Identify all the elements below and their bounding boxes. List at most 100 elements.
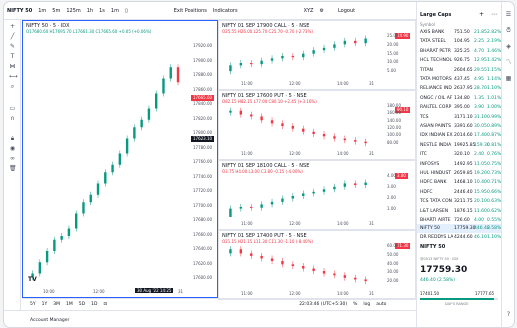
watchlist-row[interactable]: HDFC BANK 1468.10 10.40 0.71% (417, 178, 501, 187)
percent-toggle[interactable]: % (353, 302, 357, 307)
watchlist-row[interactable]: L&T LARSEN 1876.15 11.60 0.62% (417, 207, 501, 216)
alerts-icon[interactable]: ⏰︎ (505, 28, 512, 34)
option-chart-plot[interactable] (223, 105, 379, 147)
watchlist-row[interactable]: IDX INDIAN EX 2014.60 17.40 0.87% (417, 131, 501, 140)
watchlist-change: 3.90 (474, 105, 485, 111)
option-x-tick: 14:00 (337, 291, 349, 296)
watchlist-row[interactable]: HDFC 2446.40 15.95 0.66% (417, 188, 501, 197)
watchlist-row[interactable]: NESTLE INDIA 19925.85 159.30 0.81% (417, 141, 501, 150)
main-y-tick: 17700.00 (193, 202, 213, 208)
watchlist-row[interactable]: TCS TATA CON 3211.75 20.10 0.63% (417, 197, 501, 206)
main-chart-pane[interactable]: NIFTY 50 · 5 · IDX O17680.60 H17695.70 L… (22, 20, 218, 298)
watchlist-row[interactable]: RELIANCE IND 2637.95 28.70 1.10% (417, 84, 501, 93)
interval-1h[interactable]: 1h (87, 8, 93, 14)
text-icon[interactable]: T (9, 54, 16, 60)
watchlist-row[interactable]: HUL HINDUST 2659.85 19.20 0.73% (417, 169, 501, 178)
interval-1s[interactable]: 1s (99, 8, 105, 14)
watchlist-row[interactable]: BHARAT PETR 325.25 4.70 1.46% (417, 47, 501, 56)
range-3m[interactable]: 3M (53, 302, 60, 307)
exit-positions-button[interactable]: Exit Positions (174, 8, 207, 14)
option-x-tick: 12:00 (289, 151, 301, 156)
zoom-value[interactable]: 1m (111, 8, 119, 14)
option-chart-pane[interactable]: NIFTY 01 SEP 17600 PUT · 5 · NSE O82.15 … (218, 90, 416, 160)
pattern-icon[interactable]: ⋈ (9, 64, 16, 70)
magnet-icon[interactable]: ∩ (9, 116, 16, 122)
eye-icon[interactable]: ◉ (9, 146, 16, 152)
watchlist-row[interactable]: DR REDDYS LA 4244.60 46.10 1.10% (417, 233, 501, 242)
watchlist-icon[interactable]: ☰ (505, 12, 512, 18)
watchlist-row[interactable]: HCL TECHNOL 926.75 12.95 1.42% (417, 56, 501, 65)
watchlist-last: 320.10 (454, 152, 470, 158)
main-chart-plot[interactable] (27, 41, 187, 281)
tv-logo: TV (28, 276, 37, 283)
watchlist-row[interactable]: NIFTY 50 17759.30 446.40 2.58% (417, 224, 501, 233)
watchlist-row[interactable]: TATA MOTORS 437.45 4.95 1.14% (417, 75, 501, 84)
watchlist-row[interactable]: INFOSYS 1492.95 11.05 0.75% (417, 160, 501, 169)
candle (291, 126, 295, 129)
interval-5m[interactable]: 5m (52, 8, 60, 14)
goto-date-icon[interactable]: ⊡ (103, 302, 107, 307)
main-x-tick: 10:00 (43, 289, 55, 294)
watchlist-change-pct: 0.63% (487, 199, 502, 205)
main-y-tick: 17760.00 (193, 159, 213, 164)
range-5d[interactable]: 5D (79, 302, 85, 307)
exchange-select[interactable]: XYZ (304, 8, 314, 14)
watchlist-row[interactable]: TATA STEEL 104.95 2.25 2.19% (417, 37, 501, 46)
candle (343, 40, 347, 45)
settings-icon[interactable]: ⚙ (319, 8, 323, 14)
brush-icon[interactable]: ✎ (9, 44, 16, 50)
utc-time[interactable]: 22:03:46 (UTC+5:30) (299, 302, 347, 307)
option-chart-plot[interactable] (223, 35, 379, 77)
range-5y[interactable]: 5Y (30, 302, 36, 307)
watchlist-row[interactable]: AXIS BANK 751.50 21.85 2.82% (417, 28, 501, 37)
add-symbol-icon[interactable]: + (479, 11, 484, 18)
range-1d[interactable]: 1D (91, 302, 97, 307)
auto-toggle[interactable]: auto (376, 302, 386, 307)
watchlist-row[interactable]: RAILTEL CORP 395.00 3.90 1.00% (417, 103, 501, 112)
indicators-button[interactable]: Indicators (213, 8, 238, 14)
interval-1m[interactable]: 1m (38, 8, 46, 14)
trendline-icon[interactable]: ╱ (9, 34, 16, 40)
candle (281, 260, 284, 265)
crosshair-icon[interactable]: + (9, 24, 16, 30)
chart-icon[interactable]: 〽 (505, 60, 512, 66)
candle (312, 191, 315, 194)
option-chart-plot[interactable] (223, 175, 379, 217)
watchlist-change: 4.70 (474, 48, 485, 54)
lock-icon[interactable]: 🔒︎ (9, 136, 16, 142)
interval-125m[interactable]: 125m (66, 8, 80, 14)
option-chart-pane[interactable]: NIFTY 01 SEP 18100 CALL · 5 · NSE O3.75 … (218, 160, 416, 230)
trash-icon[interactable]: 🗑︎ (9, 166, 17, 172)
zoom-icon[interactable]: ⌕ (9, 84, 16, 90)
measure-icon[interactable]: ⟷ (9, 74, 18, 80)
chart-type-icon[interactable]: ▯ (125, 8, 128, 14)
help-icon[interactable]: ? (505, 312, 512, 318)
detail-change: 446.40 (2.58%) (420, 278, 455, 283)
option-chart-pane[interactable]: NIFTY 01 SEP 17900 CALL · 5 · NSE O25.55… (218, 20, 416, 90)
ruler-icon[interactable]: ▭ (9, 106, 16, 112)
option-chart-pane[interactable]: NIFTY 01 SEP 17400 PUT · 5 · NSE O21.15 … (218, 230, 416, 300)
watchlist-row[interactable]: TITAN 2604.65 29.55 1.15% (417, 66, 501, 75)
account-manager-bar[interactable]: Account Manager (4, 310, 416, 327)
main-y-tick: 17680.00 (193, 217, 213, 222)
watchlist-row[interactable]: ONGC / OIL AF 134.80 1.35 1.01% (417, 94, 501, 103)
calendar-icon[interactable]: ▦ (505, 76, 512, 82)
layers-icon[interactable]: ◈ (505, 44, 512, 50)
option-y-tick: 5.00 (387, 68, 396, 74)
candle (260, 60, 263, 65)
logout-button[interactable]: Logout (338, 8, 355, 14)
watchlist-row[interactable]: TCS 3171.10 31.10 0.99% (417, 113, 501, 122)
watchlist-symbol: ONGC / OIL AF (420, 95, 453, 101)
watchlist-menu-icon[interactable]: ⋯ (491, 11, 497, 18)
watchlist-title[interactable]: Large Caps (420, 12, 451, 18)
option-chart-plot[interactable] (223, 245, 379, 287)
watchlist-row[interactable]: ASIAN PAINTS 3391.60 30.05 0.89% (417, 122, 501, 131)
watchlist-row[interactable]: ITC 320.10 2.40 0.76% (417, 150, 501, 159)
symbol-search[interactable]: NIFTY 50 (7, 8, 32, 14)
log-toggle[interactable]: log (363, 302, 370, 307)
watchlist-last: 3171.10 (454, 114, 473, 120)
app-window: NIFTY 50 1m 5m 125m 1h 1s 1m ▯ Exit Posi… (4, 2, 514, 327)
range-1y[interactable]: 1Y (42, 302, 48, 307)
range-1m[interactable]: 1M (66, 302, 73, 307)
link-icon[interactable]: ∞ (9, 156, 16, 162)
